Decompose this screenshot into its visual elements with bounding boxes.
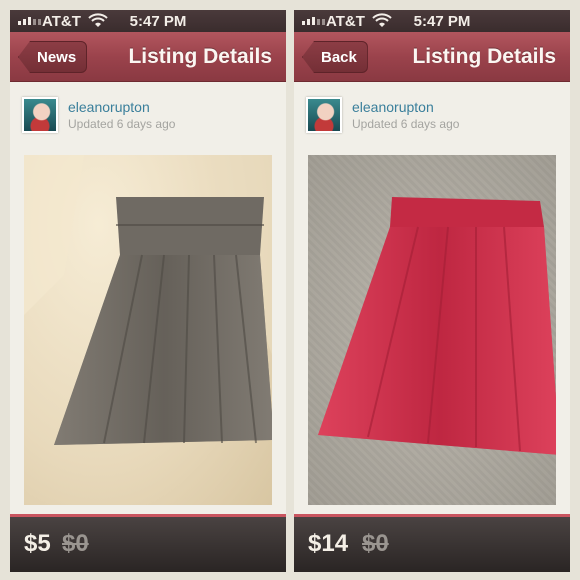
nav-bar: News Listing Details [10,32,286,82]
listing-panel-right: AT&T 5:47 PM Back Listing Details eleano… [294,10,570,572]
avatar[interactable] [306,97,342,133]
listing-panel-left: AT&T 5:47 PM News Listing Details eleano… [10,10,286,572]
skirt-photo-image [24,155,272,445]
seller-row[interactable]: eleanorupton Updated 6 days ago [10,90,286,140]
status-bar: AT&T 5:47 PM [10,10,286,32]
seller-row[interactable]: eleanorupton Updated 6 days ago [294,90,570,140]
seller-username[interactable]: eleanorupton [352,99,434,115]
original-price: $0 [62,530,89,557]
price-bar: $14 $0 [294,514,570,572]
avatar[interactable] [22,97,58,133]
back-button[interactable]: News [18,41,88,73]
listing-photo[interactable] [24,155,272,505]
original-price: $0 [362,530,389,557]
page-title: Listing Details [128,45,272,68]
listing-photo[interactable] [308,155,556,505]
updated-timestamp: Updated 6 days ago [352,117,460,131]
collage: AT&T 5:47 PM News Listing Details eleano… [0,0,580,580]
nav-bar: Back Listing Details [294,32,570,82]
page-title: Listing Details [412,45,556,68]
status-time: 5:47 PM [129,13,187,30]
status-time: 5:47 PM [413,13,471,30]
updated-timestamp: Updated 6 days ago [68,117,176,131]
price-bar: $5 $0 [10,514,286,572]
price: $14 [308,530,349,557]
price: $5 [24,530,51,557]
status-bar: AT&T 5:47 PM [294,10,570,32]
back-button[interactable]: Back [302,41,368,73]
skirt-photo-image [318,197,556,455]
seller-username[interactable]: eleanorupton [68,99,150,115]
